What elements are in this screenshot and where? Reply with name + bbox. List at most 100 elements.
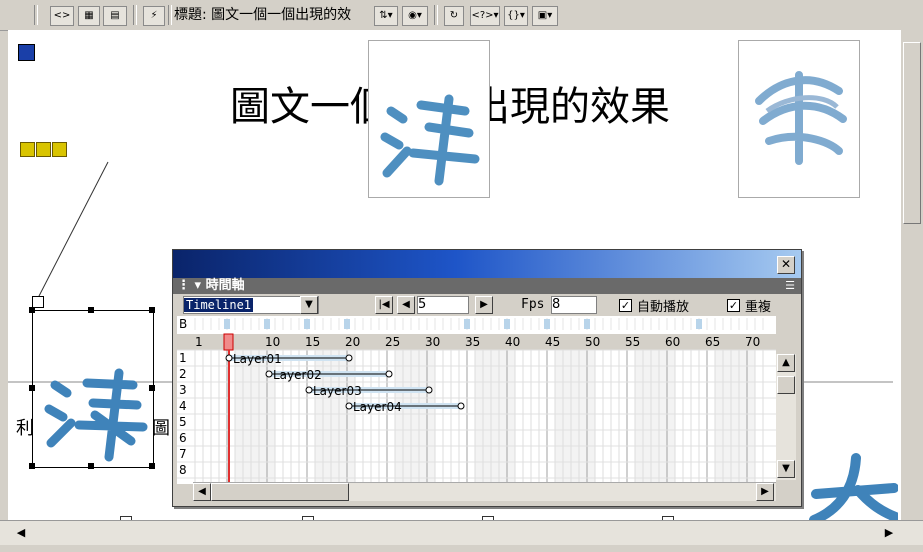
- loop-checkbox[interactable]: ✓: [727, 299, 740, 312]
- page-title-label: 標題: 圖文一個一個出現的效: [174, 7, 352, 23]
- frame-column: [595, 350, 603, 484]
- behavior-row-label: B: [179, 317, 187, 331]
- frame-column: [603, 350, 611, 484]
- frame-column: [691, 350, 699, 484]
- scroll-up-icon[interactable]: ▲: [777, 354, 795, 372]
- scroll-left-icon[interactable]: ◀: [12, 524, 30, 542]
- resize-handle[interactable]: [29, 463, 35, 469]
- keyframe-end: [345, 354, 353, 362]
- timeline-panel[interactable]: ✕ ⋮ ▾ 時間軸 ☰ Timeline1 ▼ |◀ ◀ 5 ▶ Fps 8 ✓…: [172, 249, 802, 507]
- view-options-icon[interactable]: ▣▾: [532, 6, 558, 26]
- frame-column: [427, 350, 435, 484]
- layer-name: Layer02: [273, 368, 322, 382]
- scroll-thumb[interactable]: [777, 376, 795, 394]
- frame-column: [587, 350, 595, 484]
- behavior-marker: [264, 319, 270, 329]
- frame-column: [395, 350, 403, 484]
- timeline-select[interactable]: Timeline1 ▼: [183, 296, 319, 314]
- layer-anchor-icon[interactable]: [32, 296, 44, 308]
- timeline-horizontal-scrollbar[interactable]: ◀ ▶: [193, 482, 776, 501]
- timeline-vertical-scrollbar[interactable]: ▲ ▼: [776, 354, 796, 480]
- autoplay-checkbox[interactable]: ✓: [619, 299, 632, 312]
- timeline-grid[interactable]: B151015202530354045505560657012345678Lay…: [177, 316, 776, 484]
- document-vertical-scrollbar[interactable]: [901, 30, 923, 520]
- behavior-marker: [504, 319, 510, 329]
- frame-number-input[interactable]: 5: [417, 296, 469, 314]
- frame-column: [235, 350, 243, 484]
- frame-column: [219, 350, 227, 484]
- scroll-right-icon[interactable]: ▶: [756, 483, 774, 501]
- toolbar-separator: [133, 5, 137, 25]
- frame-column: [483, 350, 491, 484]
- frame-tick-label: 70: [745, 335, 760, 349]
- resize-handle[interactable]: [149, 463, 155, 469]
- resize-handle[interactable]: [29, 385, 35, 391]
- braces-icon[interactable]: {}▾: [504, 6, 528, 26]
- da-character-image: [809, 453, 901, 520]
- frame-column: [331, 350, 339, 484]
- frame-column: [203, 350, 211, 484]
- frame-column: [211, 350, 219, 484]
- row-number: 4: [179, 399, 187, 413]
- collapse-arrow-icon[interactable]: ▾: [195, 278, 202, 293]
- rewind-icon[interactable]: |◀: [375, 296, 393, 314]
- frame-tick-label: 30: [425, 335, 440, 349]
- row-number: 3: [179, 383, 187, 397]
- timeline-titlebar[interactable]: ✕: [173, 250, 801, 278]
- frame-column: [619, 350, 627, 484]
- keyframe-start: [345, 402, 353, 410]
- resize-handle[interactable]: [88, 463, 94, 469]
- resize-handle[interactable]: [88, 307, 94, 313]
- chevron-down-icon[interactable]: ▼: [300, 296, 318, 314]
- behavior-marker: [344, 319, 350, 329]
- hai-character-image: [44, 368, 148, 462]
- split-view-icon[interactable]: ▦: [78, 6, 100, 26]
- frame-column: [571, 350, 579, 484]
- close-icon[interactable]: ✕: [777, 256, 795, 274]
- scroll-left-icon[interactable]: ◀: [193, 483, 211, 501]
- image-layer-da-character[interactable]: [808, 450, 901, 520]
- timeline-header[interactable]: ⋮ ▾ 時間軸 ☰: [173, 278, 801, 294]
- preview-globe-icon[interactable]: ◉▾: [402, 6, 428, 26]
- refresh-icon[interactable]: ↻: [444, 6, 464, 26]
- frame-column: [643, 350, 651, 484]
- resize-handle[interactable]: [149, 385, 155, 391]
- play-icon[interactable]: ▶: [475, 296, 493, 314]
- resize-handle[interactable]: [149, 307, 155, 313]
- file-manage-icon[interactable]: ⇅▾: [374, 6, 398, 26]
- code-view-icon[interactable]: <>: [50, 6, 74, 26]
- frame-column: [627, 350, 635, 484]
- frame-tick-label: 35: [465, 335, 480, 349]
- image-layer-hai-wave[interactable]: [368, 40, 490, 198]
- options-menu-icon[interactable]: ☰: [785, 278, 795, 294]
- frame-column: [731, 350, 739, 484]
- design-view-icon[interactable]: ▤: [103, 6, 127, 26]
- frame-column: [651, 350, 659, 484]
- frame-column: [371, 350, 379, 484]
- frame-column: [539, 350, 547, 484]
- fps-input[interactable]: 8: [551, 296, 597, 314]
- scroll-down-icon[interactable]: ▼: [777, 460, 795, 478]
- scroll-thumb[interactable]: [211, 483, 349, 501]
- frame-column: [659, 350, 667, 484]
- behavior-marker: [304, 319, 310, 329]
- code-nav-icon[interactable]: <?>▾: [470, 6, 500, 26]
- keyframe-end: [425, 386, 433, 394]
- frame-column: [635, 350, 643, 484]
- scroll-right-icon[interactable]: ▶: [880, 524, 898, 542]
- image-layer-hai-selected[interactable]: [32, 310, 154, 468]
- timeline-frames-canvas[interactable]: B151015202530354045505560657012345678Lay…: [177, 316, 776, 484]
- layer-name: Layer01: [233, 352, 282, 366]
- document-horizontal-scrollbar[interactable]: ◀ ▶: [0, 520, 923, 545]
- frame-column: [523, 350, 531, 484]
- frame-column: [459, 350, 467, 484]
- timeline-panel-title: 時間軸: [205, 278, 245, 293]
- toolbar-separator: [434, 5, 438, 25]
- back-icon[interactable]: ◀: [397, 296, 415, 314]
- blurred-character-image: [755, 71, 847, 165]
- lightning-icon[interactable]: ⚡: [143, 6, 165, 26]
- grip-icon[interactable]: ⋮: [177, 278, 190, 293]
- image-layer-blurred-character[interactable]: [738, 40, 860, 198]
- scroll-thumb[interactable]: [903, 42, 921, 224]
- loop-label: 重複: [745, 300, 772, 315]
